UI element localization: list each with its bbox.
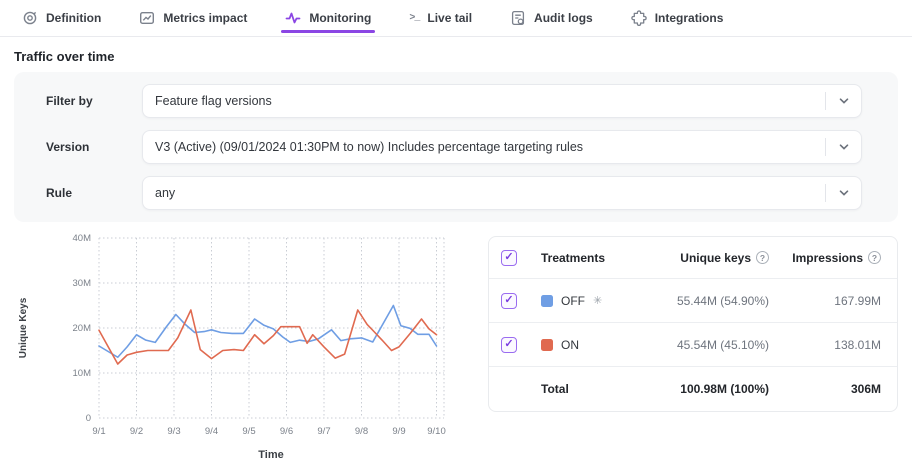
select-all-checkbox[interactable]: ✓ — [501, 250, 517, 266]
puzzle-icon — [631, 10, 647, 26]
off-treatment-swatch — [541, 295, 553, 307]
check-icon: ✓ — [504, 252, 513, 263]
svg-text:9/6: 9/6 — [280, 426, 293, 437]
svg-text:9/4: 9/4 — [205, 426, 218, 437]
tab-bar: Definition Metrics impact Monitoring >_ … — [0, 0, 912, 37]
unique-keys-help-icon[interactable]: ? — [756, 251, 769, 264]
tab-integrations[interactable]: Integrations — [631, 0, 724, 36]
total-unique-keys-value: 100.98M (100%) — [619, 382, 769, 396]
svg-text:Unique Keys: Unique Keys — [18, 297, 29, 358]
svg-text:9/5: 9/5 — [242, 426, 255, 437]
tab-definition[interactable]: Definition — [22, 0, 101, 36]
svg-text:9/3: 9/3 — [167, 426, 180, 437]
on-treatment-label: ON — [561, 338, 579, 352]
rule-label: Rule — [46, 186, 142, 200]
treatments-column-header: Treatments — [541, 251, 619, 265]
target-icon — [22, 10, 38, 26]
off-impressions-value: 167.99M — [769, 294, 881, 308]
on-unique-keys-value: 45.54M (45.10%) — [619, 338, 769, 352]
unique-keys-column-header: Unique keys — [680, 251, 751, 265]
check-icon: ✓ — [504, 339, 513, 350]
tab-label: Audit logs — [534, 11, 593, 25]
traffic-chart-container: 0 10M 20M 30M 40M 9/1 9/2 9/3 9/4 9/5 9/6 9/7 9/8 9/9… — [14, 228, 476, 471]
total-impressions-value: 306M — [769, 382, 881, 396]
total-row: Total 100.98M (100%) 306M — [489, 367, 897, 411]
svg-text:9/10: 9/10 — [427, 426, 446, 437]
filter-by-value: Feature flag versions — [155, 94, 825, 108]
treatments-table-header: ✓ Treatments Unique keys ? Impressions ? — [489, 237, 897, 279]
svg-text:10M: 10M — [73, 368, 92, 379]
treatment-row-off: ✓ OFF ✳ 55.44M (54.90%) 167.99M — [489, 279, 897, 323]
svg-text:20M: 20M — [73, 323, 92, 334]
svg-text:9/8: 9/8 — [355, 426, 368, 437]
tab-label: Monitoring — [309, 11, 371, 25]
filter-panel: Filter by Feature flag versions Version … — [14, 72, 898, 222]
check-icon: ✓ — [504, 295, 513, 306]
chevron-down-icon[interactable] — [825, 184, 861, 202]
svg-text:9/7: 9/7 — [317, 426, 330, 437]
impressions-column-header: Impressions — [792, 251, 863, 265]
off-treatment-label: OFF — [561, 294, 585, 308]
tab-live-tail[interactable]: >_ Live tail — [409, 0, 472, 36]
version-label: Version — [46, 140, 142, 154]
filter-row-rule: Rule any — [46, 176, 862, 210]
total-label: Total — [541, 382, 619, 396]
impressions-help-icon[interactable]: ? — [868, 251, 881, 264]
activity-icon — [285, 10, 301, 26]
chart-and-table-region: 0 10M 20M 30M 40M 9/1 9/2 9/3 9/4 9/5 9/6 9/7 9/8 9/9… — [14, 228, 898, 471]
tab-label: Integrations — [655, 11, 724, 25]
chart-icon — [139, 10, 155, 26]
treatments-table: ✓ Treatments Unique keys ? Impressions ?… — [488, 236, 898, 412]
tab-audit-logs[interactable]: Audit logs — [510, 0, 593, 36]
svg-text:Time: Time — [258, 449, 283, 461]
filter-row-filter-by: Filter by Feature flag versions — [46, 84, 862, 118]
tab-label: Metrics impact — [163, 11, 247, 25]
version-value: V3 (Active) (09/01/2024 01:30PM to now) … — [155, 140, 825, 154]
off-row-checkbox[interactable]: ✓ — [501, 293, 517, 309]
tab-label: Live tail — [427, 11, 472, 25]
filter-row-version: Version V3 (Active) (09/01/2024 01:30PM … — [46, 130, 862, 164]
traffic-line-chart: 0 10M 20M 30M 40M 9/1 9/2 9/3 9/4 9/5 9/6 9/7 9/8 9/9… — [14, 228, 476, 468]
tab-label: Definition — [46, 11, 101, 25]
audit-log-icon — [510, 10, 526, 26]
svg-text:40M: 40M — [73, 233, 92, 244]
tab-metrics-impact[interactable]: Metrics impact — [139, 0, 247, 36]
filter-by-select[interactable]: Feature flag versions — [142, 84, 862, 118]
default-treatment-icon: ✳ — [593, 294, 602, 307]
version-select[interactable]: V3 (Active) (09/01/2024 01:30PM to now) … — [142, 130, 862, 164]
svg-text:9/1: 9/1 — [92, 426, 105, 437]
svg-text:0: 0 — [86, 413, 91, 424]
on-impressions-value: 138.01M — [769, 338, 881, 352]
filter-by-label: Filter by — [46, 94, 142, 108]
rule-select[interactable]: any — [142, 176, 862, 210]
svg-text:9/9: 9/9 — [392, 426, 405, 437]
terminal-icon: >_ — [409, 13, 419, 24]
on-row-checkbox[interactable]: ✓ — [501, 337, 517, 353]
rule-value: any — [155, 186, 825, 200]
on-treatment-swatch — [541, 339, 553, 351]
svg-text:9/2: 9/2 — [130, 426, 143, 437]
tab-monitoring[interactable]: Monitoring — [285, 0, 371, 36]
chevron-down-icon[interactable] — [825, 92, 861, 110]
svg-text:30M: 30M — [73, 278, 92, 289]
page-title: Traffic over time — [14, 49, 912, 64]
off-unique-keys-value: 55.44M (54.90%) — [619, 294, 769, 308]
treatment-row-on: ✓ ON 45.54M (45.10%) 138.01M — [489, 323, 897, 367]
chevron-down-icon[interactable] — [825, 138, 861, 156]
